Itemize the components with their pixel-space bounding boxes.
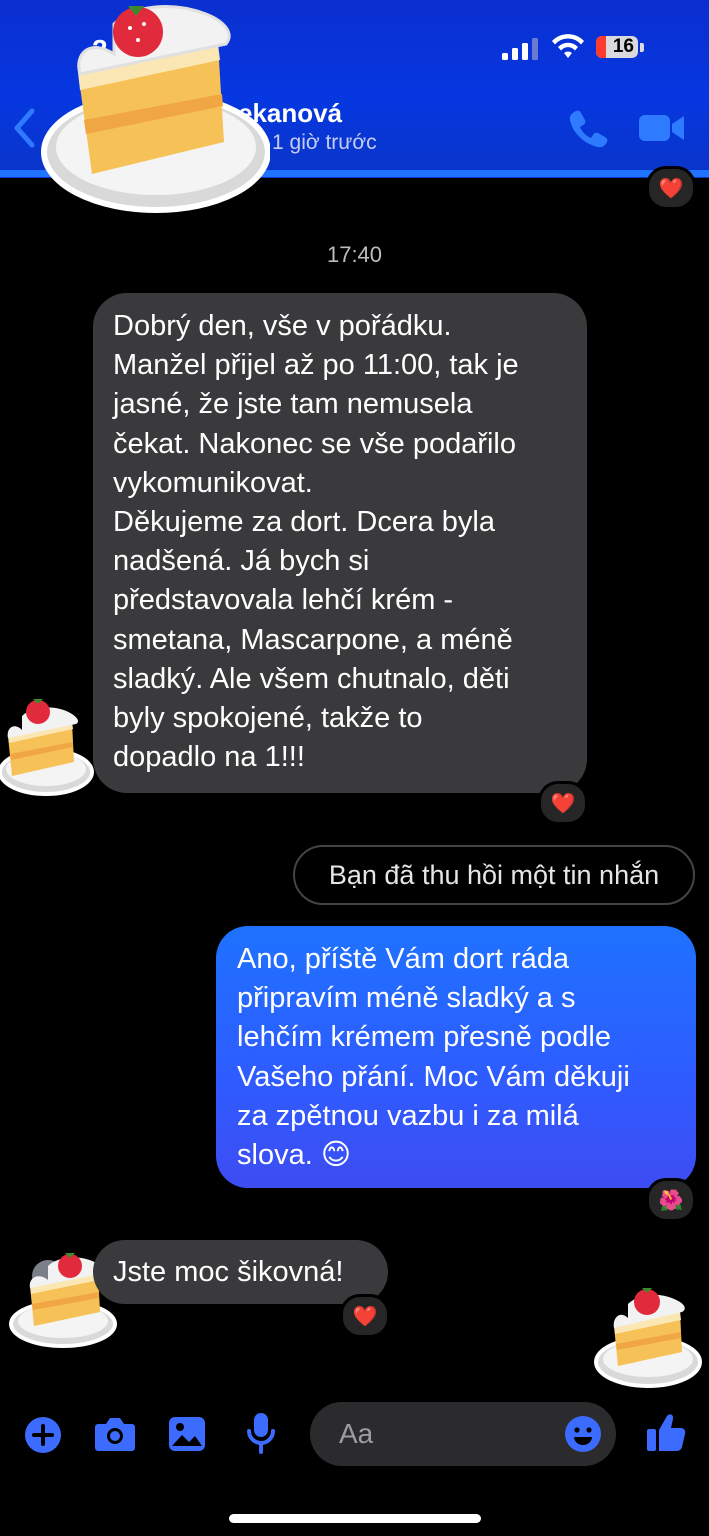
incoming-message[interactable]: Jste moc šikovná! (93, 1240, 388, 1304)
reaction-badge[interactable]: ❤️ (646, 166, 696, 210)
emoji-icon[interactable] (564, 1415, 602, 1453)
outgoing-message[interactable]: Ano, příště Vám dort ráda připravím méně… (216, 926, 696, 1188)
phone-icon[interactable] (568, 108, 608, 148)
thumbs-up-icon[interactable] (646, 1412, 686, 1452)
battery-tip (640, 43, 644, 52)
microphone-icon[interactable] (246, 1412, 276, 1454)
reaction-badge[interactable]: 🌺 (646, 1178, 696, 1222)
home-indicator[interactable] (229, 1514, 481, 1523)
cake-sticker-avatar (0, 699, 94, 796)
chevron-left-icon[interactable] (12, 108, 36, 148)
battery-indicator: 16 (596, 36, 638, 58)
plus-icon[interactable] (24, 1416, 62, 1454)
message-timestamp: 17:40 (326, 242, 383, 267)
cake-sticker (41, 5, 270, 213)
incoming-message[interactable]: Dobrý den, vše v pořádku. Manžel přijel … (93, 293, 587, 793)
reaction-badge[interactable]: ❤️ (538, 781, 588, 825)
video-camera-icon[interactable] (638, 112, 686, 144)
contact-last-active: 1 giờ trước (272, 131, 377, 154)
recalled-message-notice: Bạn đã thu hồi một tin nhắn (293, 845, 695, 905)
cake-sticker (594, 1288, 702, 1388)
message-input-placeholder: Aa (339, 1418, 374, 1449)
message-input[interactable]: Aa (310, 1402, 616, 1466)
camera-icon[interactable] (94, 1416, 136, 1452)
wifi-icon (552, 34, 584, 58)
signal-icon (502, 38, 538, 60)
reaction-badge[interactable]: ❤️ (340, 1294, 390, 1338)
image-icon[interactable] (168, 1416, 206, 1452)
